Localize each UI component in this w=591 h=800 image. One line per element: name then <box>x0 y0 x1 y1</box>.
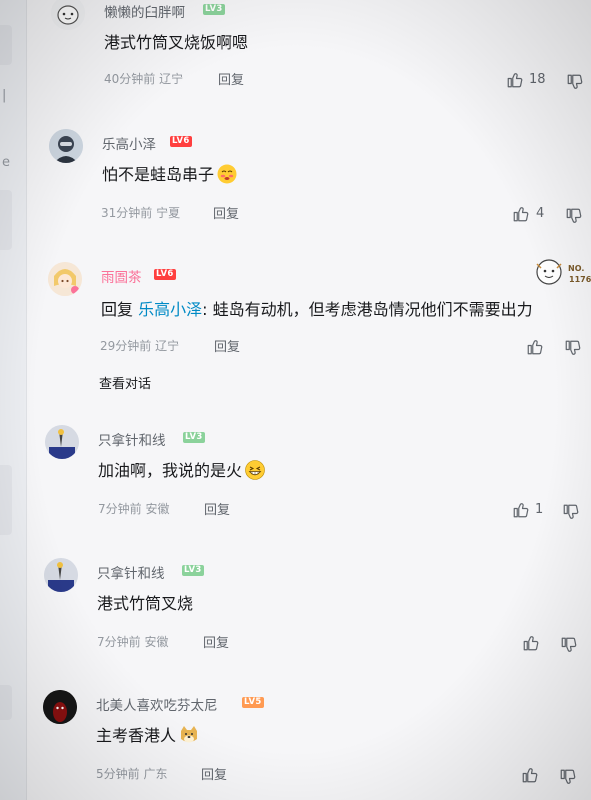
username[interactable]: 懒懒的臼胖啊 <box>104 1 185 21</box>
username[interactable]: 只拿针和线 <box>97 562 165 582</box>
like-count: 4 <box>536 206 545 221</box>
fan-badge-number: 1176 <box>569 275 591 284</box>
sidebar-block <box>0 465 12 535</box>
reply-button[interactable]: 回复 <box>213 203 239 222</box>
dislike-button[interactable] <box>562 503 580 521</box>
comment-time: 29分钟前 辽宁 <box>100 339 180 353</box>
reply-button[interactable]: 回复 <box>204 499 230 518</box>
reply-button[interactable]: 回复 <box>214 336 240 355</box>
reply-button[interactable]: 回复 <box>201 764 227 783</box>
thumbs-down-icon <box>563 504 579 519</box>
thumbs-down-icon <box>566 208 582 223</box>
level-badge: LV6 <box>170 136 192 147</box>
reply-button[interactable]: 回复 <box>203 632 229 651</box>
username[interactable]: 雨圄茶 <box>101 266 142 286</box>
like-button[interactable] <box>522 634 540 652</box>
level-badge: LV5 <box>242 697 264 708</box>
view-conversation-link[interactable]: 查看对话 <box>99 373 151 392</box>
comment-text: 主考香港人 <box>96 722 199 746</box>
avatar[interactable] <box>45 425 79 459</box>
username[interactable]: 北美人喜欢吃芬太尼 <box>96 694 218 714</box>
thumbs-down-icon <box>560 769 576 784</box>
sidebar-block <box>0 25 12 65</box>
thumbs-down-icon <box>567 74 583 89</box>
username[interactable]: 乐高小泽 <box>102 133 156 153</box>
comment-text: 港式竹筒叉烧 <box>97 594 194 613</box>
level-badge: LV6 <box>154 269 176 280</box>
thumbs-up-icon <box>522 768 538 783</box>
reply-button[interactable]: 回复 <box>218 69 244 88</box>
like-button[interactable] <box>521 766 539 784</box>
level-badge: LV3 <box>203 4 225 15</box>
comment-time: 7分钟前 安徽 <box>97 635 169 649</box>
like-count: 1 <box>535 502 544 517</box>
thumbs-up-icon <box>523 636 539 651</box>
thumbs-down-icon <box>561 637 577 652</box>
like-button[interactable] <box>526 338 544 356</box>
comment-item: 北美人喜欢吃芬太尼 LV5 主考香港人 5分钟前 广东 回复 <box>0 0 591 784</box>
avatar[interactable] <box>51 0 85 30</box>
thumbs-up-icon <box>507 73 523 88</box>
dislike-button[interactable] <box>565 207 583 225</box>
like-button[interactable] <box>512 501 530 519</box>
dislike-button[interactable] <box>564 339 582 357</box>
comment-time: 31分钟前 宁夏 <box>101 206 181 220</box>
comment-time: 7分钟前 安徽 <box>98 502 170 516</box>
comment-time: 40分钟前 辽宁 <box>104 72 184 86</box>
sidebar-block <box>0 685 12 720</box>
fan-badge-icon: NO. 1176 <box>531 254 591 294</box>
sidebar-mark: | <box>2 88 7 103</box>
comment-text: 怕不是蛙岛串子 <box>102 161 237 185</box>
avatar[interactable] <box>48 262 82 296</box>
username[interactable]: 只拿针和线 <box>98 429 166 449</box>
like-button[interactable] <box>506 71 524 89</box>
thumbs-up-icon <box>513 207 529 222</box>
dislike-button[interactable] <box>560 636 578 654</box>
thumbs-up-icon <box>527 340 543 355</box>
level-badge: LV3 <box>182 565 204 576</box>
sidebar-mark: e <box>2 155 10 170</box>
comment-time: 5分钟前 广东 <box>96 767 168 781</box>
level-badge: LV3 <box>183 432 205 443</box>
comment-text: 港式竹筒叉烧饭啊嗯 <box>104 33 249 52</box>
photo-vignette <box>0 0 591 800</box>
comment-text: 加油啊，我说的是火 <box>98 457 265 481</box>
dislike-button[interactable] <box>559 768 577 786</box>
thumbs-down-icon <box>565 340 581 355</box>
thumbs-up-icon <box>513 503 529 518</box>
fan-badge-label: NO. <box>568 264 585 273</box>
doge-emoji-icon <box>181 726 198 743</box>
dislike-button[interactable] <box>566 73 584 91</box>
comment-text: 回复 乐高小泽: 蛙岛有动机，但考虑港岛情况他们不需要出力 <box>101 300 533 319</box>
reply-mention-link[interactable]: 乐高小泽 <box>138 300 202 319</box>
like-button[interactable] <box>512 205 530 223</box>
blushing-emoji-icon <box>217 164 237 184</box>
avatar[interactable] <box>44 558 78 592</box>
left-sidebar-edge: | e <box>0 0 27 800</box>
grinning-emoji-icon <box>245 460 265 480</box>
sidebar-block <box>0 190 12 250</box>
like-count: 18 <box>529 72 546 87</box>
avatar[interactable] <box>49 129 83 163</box>
avatar[interactable] <box>43 690 77 724</box>
